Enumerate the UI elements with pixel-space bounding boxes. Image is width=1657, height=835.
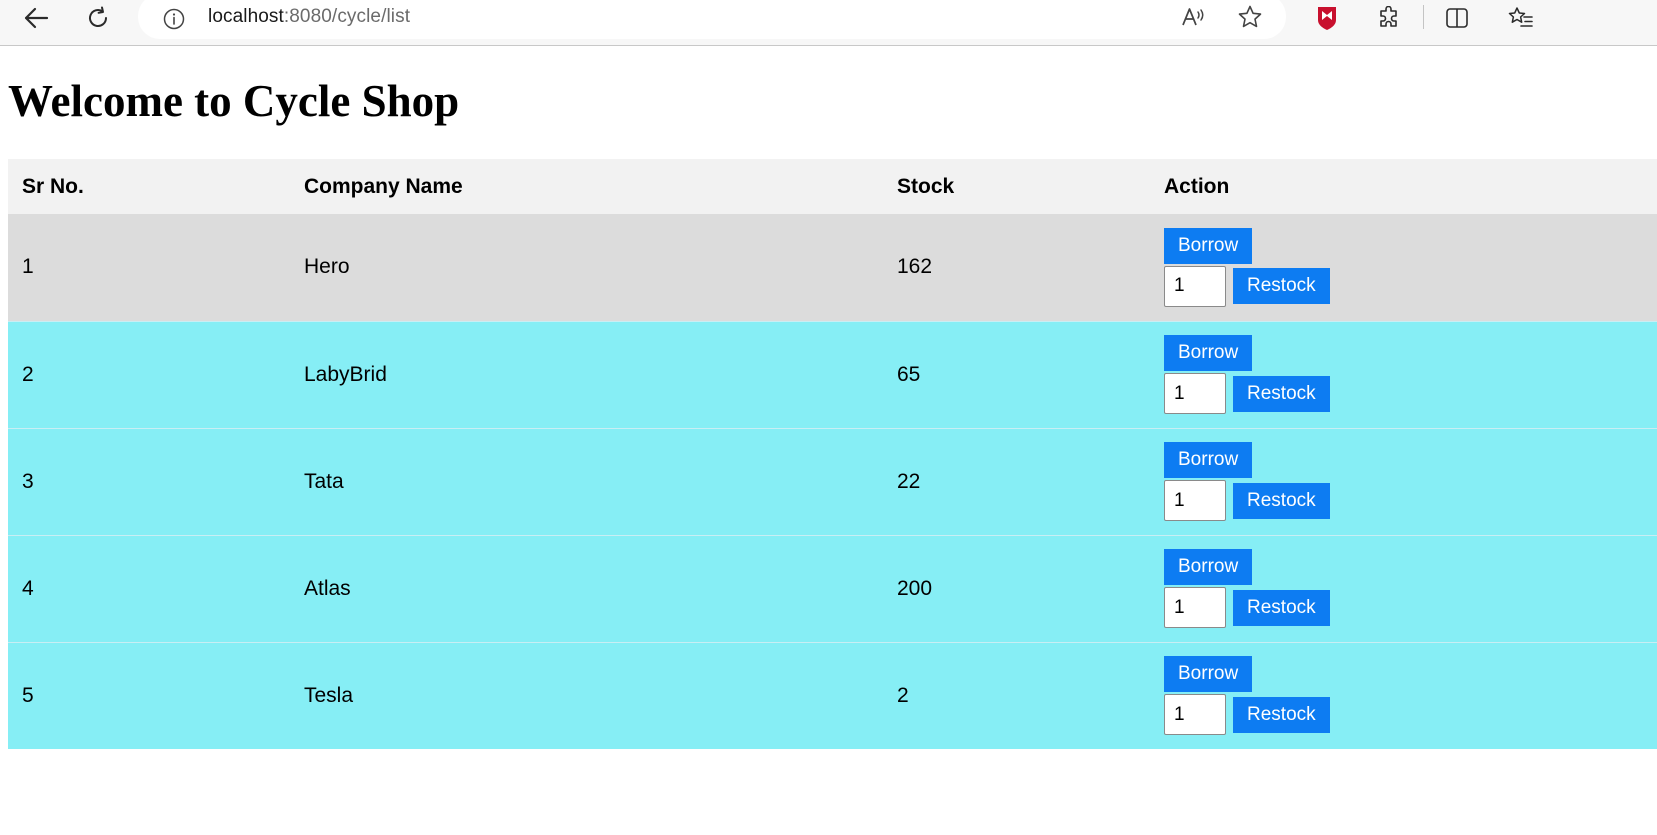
header-stock: Stock — [883, 159, 1150, 214]
header-action: Action — [1150, 159, 1657, 214]
restock-quantity-input[interactable] — [1164, 587, 1226, 628]
cell-action: Borrow Restock — [1150, 534, 1657, 642]
cell-sr-no: 2 — [8, 320, 290, 428]
cell-sr-no: 4 — [8, 534, 290, 642]
cell-action: Borrow Restock — [1150, 214, 1657, 321]
favorites-list-icon[interactable] — [1504, 2, 1538, 34]
cell-stock: 65 — [883, 320, 1150, 428]
cell-stock: 162 — [883, 214, 1150, 321]
table-header-row: Sr No. Company Name Stock Action — [8, 159, 1657, 214]
cell-company-name: Tesla — [290, 641, 883, 749]
header-company-name: Company Name — [290, 159, 883, 214]
table-row: 4 Atlas 200 Borrow Restock — [8, 534, 1657, 642]
cell-stock: 2 — [883, 641, 1150, 749]
browser-toolbar: localhost:8080/cycle/list — [0, 0, 1657, 46]
table-row: 5 Tesla 2 Borrow Restock — [8, 641, 1657, 749]
star-icon[interactable] — [1235, 2, 1265, 32]
borrow-button[interactable]: Borrow — [1164, 656, 1253, 693]
cell-action: Borrow Restock — [1150, 641, 1657, 749]
restock-button[interactable]: Restock — [1233, 696, 1330, 733]
cell-sr-no: 1 — [8, 214, 290, 321]
puzzle-icon[interactable] — [1372, 2, 1406, 34]
cell-company-name: Atlas — [290, 534, 883, 642]
borrow-button[interactable]: Borrow — [1164, 227, 1253, 264]
split-screen-icon[interactable] — [1440, 2, 1474, 34]
borrow-button[interactable]: Borrow — [1164, 442, 1253, 478]
cell-company-name: Tata — [290, 427, 883, 535]
restock-quantity-input[interactable] — [1164, 480, 1226, 521]
url-host: localhost — [208, 6, 284, 27]
cell-action: Borrow Restock — [1150, 320, 1657, 428]
restock-button[interactable]: Restock — [1233, 482, 1330, 519]
mcafee-shield-icon[interactable] — [1310, 2, 1344, 34]
restock-button[interactable]: Restock — [1233, 589, 1330, 626]
info-icon[interactable] — [162, 7, 186, 31]
restock-group: Restock — [1164, 265, 1657, 307]
restock-group: Restock — [1164, 373, 1657, 414]
restock-group: Restock — [1164, 694, 1657, 736]
restock-quantity-input[interactable] — [1164, 694, 1226, 736]
restock-quantity-input[interactable] — [1164, 373, 1226, 414]
address-bar[interactable]: localhost:8080/cycle/list — [138, 0, 1286, 39]
restock-group: Restock — [1164, 480, 1657, 521]
url-path: :8080/cycle/list — [283, 6, 411, 27]
cell-stock: 200 — [883, 534, 1150, 642]
url-text[interactable]: localhost:8080/cycle/list — [208, 6, 410, 28]
borrow-button[interactable]: Borrow — [1164, 549, 1253, 585]
cell-company-name: Hero — [290, 214, 883, 321]
refresh-icon[interactable] — [81, 2, 115, 34]
restock-group: Restock — [1164, 587, 1657, 628]
cell-action: Borrow Restock — [1150, 427, 1657, 535]
cycle-table: Sr No. Company Name Stock Action 1 Hero … — [8, 159, 1657, 749]
read-aloud-icon[interactable] — [1178, 2, 1208, 32]
cell-sr-no: 3 — [8, 427, 290, 535]
restock-button[interactable]: Restock — [1233, 268, 1330, 305]
cell-stock: 22 — [883, 427, 1150, 535]
header-sr-no: Sr No. — [8, 159, 290, 214]
toolbar-separator — [1423, 5, 1424, 29]
borrow-button[interactable]: Borrow — [1164, 335, 1253, 371]
table-row: 1 Hero 162 Borrow Restock — [8, 214, 1657, 321]
table-row: 2 LabyBrid 65 Borrow Restock — [8, 320, 1657, 428]
restock-button[interactable]: Restock — [1233, 375, 1330, 412]
restock-quantity-input[interactable] — [1164, 265, 1226, 307]
cell-sr-no: 5 — [8, 641, 290, 749]
cell-company-name: LabyBrid — [290, 320, 883, 428]
back-arrow-icon[interactable] — [19, 2, 53, 34]
table-row: 3 Tata 22 Borrow Restock — [8, 427, 1657, 535]
page-title: Welcome to Cycle Shop — [8, 76, 460, 126]
